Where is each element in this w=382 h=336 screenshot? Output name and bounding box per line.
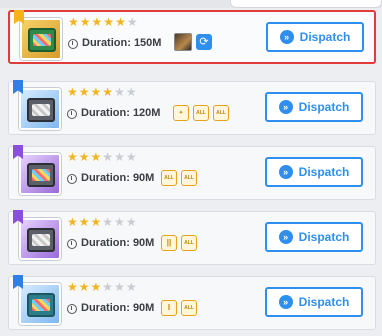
star-icon: ★ [91,15,104,29]
mission-thumbnail [19,283,61,325]
hourglass-badge-icon: I [161,300,177,316]
star-icon: ★ [67,215,79,229]
rarity-flag-icon [13,275,23,289]
clock-icon [68,39,78,49]
star-rating: ★★★★★★ [67,281,138,293]
dispatch-button[interactable]: » Dispatch [265,222,363,252]
all-badge-icon: ALL [193,105,209,121]
case-icon [27,293,55,317]
star-icon: ★ [125,85,138,99]
star-icon: ★ [114,280,126,294]
star-rating: ★★★★★★ [67,151,138,163]
dispatch-button[interactable]: » Dispatch [265,157,363,187]
star-icon: ★ [114,85,126,99]
rarity-flag-icon [14,10,24,24]
star-icon: ★ [102,215,115,229]
dispatch-button[interactable]: » Dispatch [265,92,363,122]
star-icon: ★ [102,85,115,99]
star-icon: ★ [78,85,91,99]
dispatch-button[interactable]: » Dispatch [266,22,364,52]
star-icon: ★ [125,150,138,164]
mission-thumbnail [19,218,61,260]
dispatch-label: Dispatch [299,30,351,44]
character-portrait-icon[interactable] [174,33,192,51]
case-icon [27,163,55,187]
star-icon: ★ [90,280,103,294]
star-icon: ★ [125,215,138,229]
duration-label: Duration: 120M [81,107,161,119]
star-rating: ★★★★★★ [68,16,139,28]
dispatch-button[interactable]: » Dispatch [265,287,363,317]
star-icon: ★ [90,215,103,229]
star-icon: ★ [90,150,103,164]
case-icon [27,98,55,122]
mission-thumbnail [20,18,62,60]
dispatch-label: Dispatch [298,230,350,244]
dispatch-row[interactable]: ★★★★★★ Duration: 90M I ALL » Dispatch [8,275,376,330]
star-icon: ★ [115,15,127,29]
dispatch-row[interactable]: ★★★★★★ Duration: 90M ALL ALL » Dispatch [8,145,376,200]
rarity-flag-icon [13,80,23,94]
dispatch-label: Dispatch [298,100,350,114]
star-icon: ★ [114,150,126,164]
star-icon: ★ [68,15,80,29]
double-chevron-icon: » [279,30,294,44]
star-icon: ★ [67,85,79,99]
all-badge-icon: ALL [213,105,229,121]
star-icon: ★ [67,280,79,294]
star-icon: ★ [114,215,126,229]
dispatch-row[interactable]: ★★★★★★ Duration: 120M ✦ ALL ALL » Dispat… [8,80,376,135]
star-rating: ★★★★★★ [67,86,138,98]
clock-icon [67,174,77,184]
double-chevron-icon: » [278,295,293,309]
star-icon: ★ [125,280,138,294]
star-icon: ★ [102,150,115,164]
refresh-icon[interactable]: ⟳ [196,34,212,50]
dispatch-label: Dispatch [298,165,350,179]
star-icon: ★ [78,280,91,294]
star-icon: ★ [67,150,79,164]
case-icon [28,28,56,52]
star-icon: ★ [78,150,91,164]
star-icon: ★ [79,15,92,29]
star-icon: ★ [90,85,103,99]
duration-label: Duration: 90M [81,237,155,249]
mission-thumbnail [19,153,61,195]
double-chevron-icon: » [278,230,293,244]
mission-thumbnail [19,88,61,130]
star-icon: ★ [103,15,116,29]
star-icon: ★ [126,15,139,29]
rarity-flag-icon [13,210,23,224]
star-rating: ★★★★★★ [67,216,138,228]
rarity-flag-icon [13,145,23,159]
duration-label: Duration: 150M [82,37,162,49]
case-icon [27,228,55,252]
clock-icon [67,239,77,249]
all-badge-icon: ALL [181,300,197,316]
duration-label: Duration: 90M [81,172,155,184]
pause-badge-icon: || [161,235,177,251]
dispatch-list: ★★★★★★ Duration: 150M ⟳ » Dispatch ★★★★★… [0,0,382,336]
double-chevron-icon: » [278,100,293,114]
all-badge-icon: ALL [181,170,197,186]
all-badge-icon: ALL [161,170,177,186]
dispatch-label: Dispatch [298,295,350,309]
clock-icon [67,109,77,119]
double-chevron-icon: » [278,165,293,179]
clock-icon [67,304,77,314]
star-icon: ★ [102,280,115,294]
dispatch-row[interactable]: ★★★★★★ Duration: 90M || ALL » Dispatch [8,210,376,265]
star-icon: ★ [78,215,91,229]
gear-badge-icon: ✦ [173,105,189,121]
duration-label: Duration: 90M [81,302,155,314]
all-badge-icon: ALL [181,235,197,251]
dispatch-row[interactable]: ★★★★★★ Duration: 150M ⟳ » Dispatch [8,10,376,64]
